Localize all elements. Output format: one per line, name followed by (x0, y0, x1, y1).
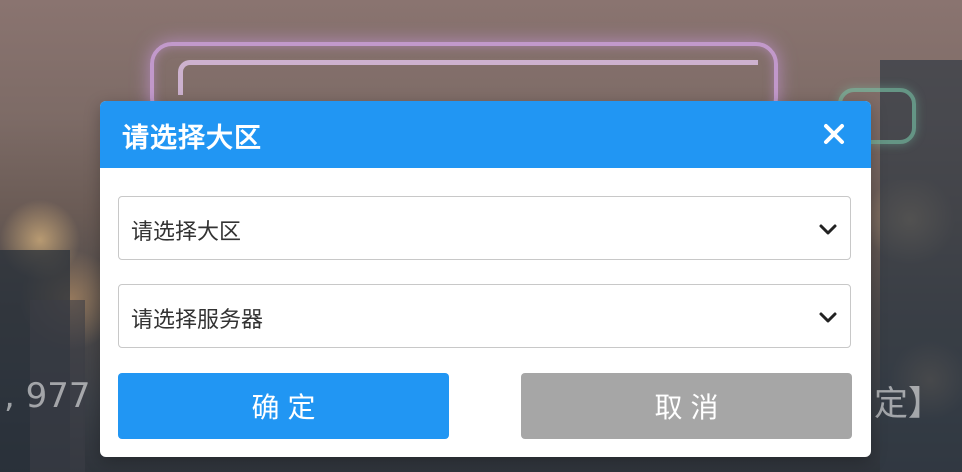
close-icon (824, 124, 844, 144)
background-text-right: 定】 (874, 384, 942, 424)
chevron-down-icon (818, 307, 838, 327)
confirm-button[interactable]: 确定 (118, 373, 449, 439)
dialog-title: 请选择大区 (122, 123, 262, 154)
neon-sign-detail (178, 60, 758, 95)
region-select[interactable]: 请选择大区 (118, 196, 851, 260)
server-select[interactable]: 请选择服务器 (118, 284, 851, 348)
chevron-down-icon (818, 219, 838, 239)
region-select-dialog: 请选择大区 请选择大区 请选择服务器 确定 取消 (100, 101, 871, 457)
cancel-button[interactable]: 取消 (521, 373, 852, 439)
server-select-value: 请选择服务器 (131, 308, 264, 333)
close-button[interactable] (819, 119, 849, 149)
dialog-header: 请选择大区 (100, 101, 871, 168)
region-select-value: 请选择大区 (131, 220, 242, 245)
background-text-left: , 977 (4, 376, 91, 416)
